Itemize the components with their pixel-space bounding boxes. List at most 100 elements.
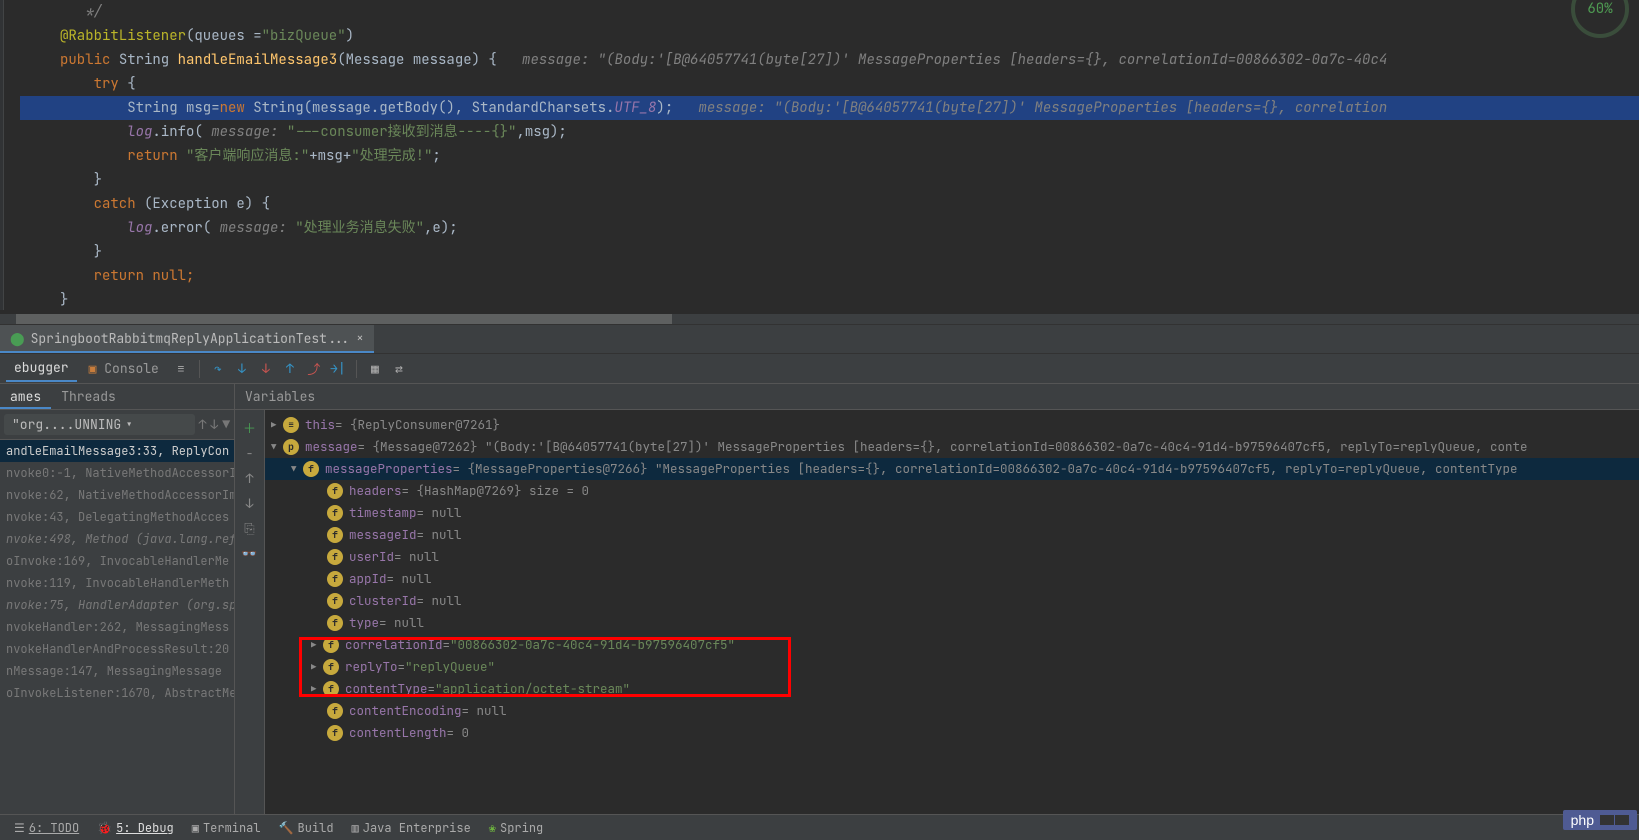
field-icon: f <box>327 527 343 543</box>
field-icon: f <box>323 681 339 697</box>
variable-row[interactable]: fcontentEncoding = null <box>265 700 1639 722</box>
field-icon: f <box>327 505 343 521</box>
copy-icon[interactable]: ⎘ <box>244 520 254 537</box>
watches-icon[interactable]: 👓 <box>241 545 257 562</box>
variable-row[interactable]: ▶ freplyTo = "replyQueue" <box>265 656 1639 678</box>
console-tab[interactable]: ▣ Console <box>81 356 167 381</box>
drop-frame-icon[interactable]: ⤴ <box>304 359 324 379</box>
field-icon: f <box>327 483 343 499</box>
step-over-icon[interactable]: ↷ <box>208 359 228 379</box>
frames-tab[interactable]: ames <box>0 384 51 409</box>
field-icon: f <box>327 615 343 631</box>
field-icon: f <box>327 571 343 587</box>
run-config-tabs: ⬤ SpringbootRabbitmqReplyApplicationTest… <box>0 324 1639 354</box>
thread-dropdown[interactable]: "org....UNNING ▾ <box>4 414 195 435</box>
debugger-tab[interactable]: ebugger <box>6 355 77 382</box>
code-line: log.error( message: "处理业务消息失败",e); <box>20 216 1639 240</box>
prev-frame-icon[interactable]: ↑ <box>199 416 207 433</box>
variable-row[interactable]: ftimestamp = null <box>265 502 1639 524</box>
field-icon: f <box>327 549 343 565</box>
chevron-down-icon: ▾ <box>125 416 133 433</box>
field-icon: f <box>327 703 343 719</box>
filter-icon[interactable]: ▼ <box>222 416 230 433</box>
field-icon: f <box>323 637 339 653</box>
remove-watch-icon[interactable]: − <box>246 445 254 462</box>
run-config-tab[interactable]: ⬤ SpringbootRabbitmqReplyApplicationTest… <box>0 325 374 353</box>
frame-row[interactable]: nvoke:119, InvocableHandlerMeth <box>0 572 234 594</box>
frame-row[interactable]: andleEmailMessage3:33, ReplyCon <box>0 440 234 462</box>
frame-row[interactable]: nvoke:62, NativeMethodAccessorIm <box>0 484 234 506</box>
javaee-button[interactable]: ▥ Java Enterprise <box>346 818 477 838</box>
todo-icon: ☰ <box>14 820 25 836</box>
run-config-label: SpringbootRabbitmqReplyApplicationTest..… <box>31 330 351 347</box>
add-watch-icon[interactable]: ＋ <box>243 418 256 437</box>
variable-row[interactable]: ▼ pmessage = {Message@7262} "(Body:'[B@6… <box>265 436 1639 458</box>
frame-row[interactable]: nvoke0:-1, NativeMethodAccessorI <box>0 462 234 484</box>
force-step-into-icon[interactable]: ↓ <box>256 359 276 379</box>
variable-row[interactable]: ▶ fcontentType = "application/octet-stre… <box>265 678 1639 700</box>
variable-row[interactable]: ftype = null <box>265 612 1639 634</box>
step-out-icon[interactable]: ↑ <box>280 359 300 379</box>
editor-scrollbar[interactable] <box>0 314 1639 324</box>
field-icon: f <box>303 461 319 477</box>
frame-row[interactable]: oInvoke:169, InvocableHandlerMe <box>0 550 234 572</box>
frame-row[interactable]: oInvokeListener:1670, AbstractMe <box>0 682 234 704</box>
variable-row-selected[interactable]: ▼ fmessageProperties = {MessagePropertie… <box>265 458 1639 480</box>
frame-row[interactable]: nvoke:75, HandlerAdapter (org.spr <box>0 594 234 616</box>
step-into-icon[interactable]: ↓ <box>232 359 252 379</box>
hammer-icon: 🔨 <box>279 820 294 836</box>
up-icon[interactable]: ↑ <box>246 470 254 487</box>
code-line: try { <box>20 72 1639 96</box>
code-line: return null; <box>20 264 1639 288</box>
variable-row[interactable]: ▶ fcorrelationId = "00866302-0a7c-40c4-9… <box>265 634 1639 656</box>
close-icon[interactable]: × <box>356 330 363 346</box>
variable-row[interactable]: fuserId = null <box>265 546 1639 568</box>
variable-row[interactable]: fclusterId = null <box>265 590 1639 612</box>
code-line: } <box>20 240 1639 264</box>
variable-row[interactable]: fappId = null <box>265 568 1639 590</box>
down-icon[interactable]: ↓ <box>246 495 254 512</box>
javaee-icon: ▥ <box>352 820 359 836</box>
frame-row[interactable]: nvokeHandler:262, MessagingMess <box>0 616 234 638</box>
build-button[interactable]: 🔨 Build <box>273 818 340 838</box>
trace-icon[interactable]: ⇄ <box>389 359 409 379</box>
code-line: public String handleEmailMessage3(Messag… <box>20 48 1639 72</box>
code-line-current: String msg=new String(message.getBody(),… <box>20 96 1639 120</box>
frames-list[interactable]: andleEmailMessage3:33, ReplyConnvoke0:-1… <box>0 440 234 819</box>
code-line: @RabbitListener(queues ="bizQueue") <box>20 24 1639 48</box>
field-icon: f <box>327 593 343 609</box>
test-icon: ⬤ <box>10 330 25 347</box>
spring-icon: ❀ <box>489 820 496 836</box>
field-icon: f <box>327 725 343 741</box>
variable-row[interactable]: ▶ ≡this = {ReplyConsumer@7261} <box>265 414 1639 436</box>
threads-tab[interactable]: Threads <box>51 384 126 409</box>
code-line: catch (Exception e) { <box>20 192 1639 216</box>
code-line: log.info( message: "---consumer接收到消息----… <box>20 120 1639 144</box>
php-watermark: php <box>1563 810 1637 830</box>
variable-row[interactable]: fmessageId = null <box>265 524 1639 546</box>
frame-row[interactable]: nMessage:147, MessagingMessage <box>0 660 234 682</box>
next-frame-icon[interactable]: ↓ <box>210 416 218 433</box>
variables-header: Variables <box>235 384 1639 410</box>
frame-row[interactable]: nvokeHandlerAndProcessResult:20 <box>0 638 234 660</box>
terminal-button[interactable]: ▣ Terminal <box>186 818 267 838</box>
variables-tree[interactable]: ▶ ≡this = {ReplyConsumer@7261} ▼ pmessag… <box>265 410 1639 819</box>
evaluate-icon[interactable]: ▦ <box>365 359 385 379</box>
spring-button[interactable]: ❀ Spring <box>483 818 549 838</box>
code-line: } <box>20 288 1639 310</box>
console-icon: ▣ <box>89 360 97 377</box>
terminal-icon: ▣ <box>192 820 199 836</box>
statusbar: ☰ 6: TODO 🐞 5: Debug ▣ Terminal 🔨 Build … <box>0 814 1639 840</box>
layout-icon[interactable]: ≡ <box>171 359 191 379</box>
todo-button[interactable]: ☰ 6: TODO <box>8 818 85 838</box>
debug-button[interactable]: 🐞 5: Debug <box>91 818 180 838</box>
variable-row[interactable]: fheaders = {HashMap@7269} size = 0 <box>265 480 1639 502</box>
frame-row[interactable]: nvoke:498, Method (java.lang.refle <box>0 528 234 550</box>
param-icon: p <box>283 439 299 455</box>
run-to-cursor-icon[interactable]: →| <box>328 359 348 379</box>
code-line: */ <box>20 0 1639 24</box>
code-line: } <box>20 168 1639 192</box>
code-editor[interactable]: */ @RabbitListener(queues ="bizQueue") p… <box>0 0 1639 310</box>
variable-row[interactable]: fcontentLength = 0 <box>265 722 1639 744</box>
frame-row[interactable]: nvoke:43, DelegatingMethodAcces <box>0 506 234 528</box>
